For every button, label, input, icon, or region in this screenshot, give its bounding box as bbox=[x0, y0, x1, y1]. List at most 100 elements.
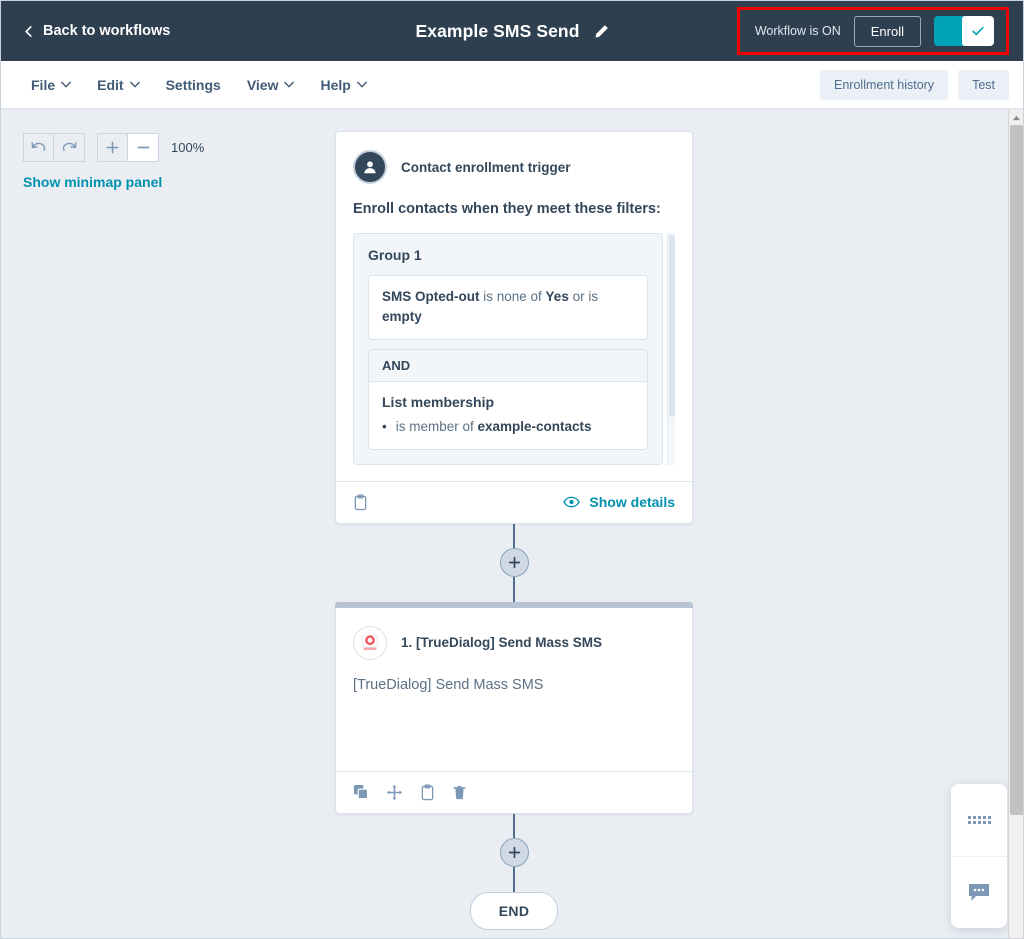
duplicate-glyph bbox=[353, 785, 369, 800]
truedialog-glyph bbox=[362, 634, 378, 650]
chevron-down-icon bbox=[356, 81, 367, 88]
workflow-canvas[interactable]: 100% Show minimap panel Contact enrollme… bbox=[1, 110, 1023, 938]
back-to-workflows-link[interactable]: Back to workflows bbox=[23, 23, 170, 39]
list-membership-title: List membership bbox=[382, 393, 495, 410]
plus-icon bbox=[106, 141, 119, 154]
editor-toolbar: File Edit Settings View Help Enrollment … bbox=[1, 61, 1023, 109]
undo-button[interactable] bbox=[23, 133, 54, 162]
filter-group-title: Group 1 bbox=[368, 247, 422, 263]
list-membership-text: is member of example-contacts bbox=[396, 419, 592, 435]
filter-conjunction: or is bbox=[568, 289, 599, 304]
workflow-on-off-toggle[interactable] bbox=[934, 16, 994, 46]
toolbar-actions: Enrollment history Test bbox=[820, 69, 1009, 100]
duplicate-icon[interactable] bbox=[353, 784, 369, 800]
scrollbar-up-arrow[interactable] bbox=[1009, 110, 1023, 125]
filter-and-block: AND List membership • is member of examp… bbox=[368, 348, 648, 450]
chevron-down-icon bbox=[61, 81, 71, 88]
plus-icon bbox=[508, 846, 520, 858]
add-step-button-2[interactable] bbox=[499, 837, 529, 867]
action-card-header: 1. [TrueDialog] Send Mass SMS bbox=[353, 625, 675, 660]
redo-button[interactable] bbox=[54, 133, 85, 162]
chevron-down-icon bbox=[129, 81, 140, 88]
connector-action-to-end bbox=[499, 813, 529, 892]
caret-up-icon bbox=[1012, 115, 1021, 120]
pencil-icon[interactable] bbox=[594, 24, 609, 39]
end-node: END bbox=[469, 891, 559, 930]
trigger-card-scrollbar[interactable] bbox=[667, 233, 675, 465]
add-step-button-1[interactable] bbox=[499, 547, 529, 577]
menu-item-help[interactable]: Help bbox=[320, 76, 367, 93]
list-membership-prefix: is member of bbox=[395, 418, 478, 434]
action-footer-actions bbox=[353, 784, 467, 801]
filter-value: Yes bbox=[545, 289, 569, 304]
menu-bar: File Edit Settings View Help bbox=[31, 77, 367, 93]
delete-icon[interactable] bbox=[452, 784, 467, 801]
action-card-send-mass-sms[interactable]: 1. [TrueDialog] Send Mass SMS [TrueDialo… bbox=[335, 601, 693, 814]
zoom-button-group bbox=[97, 133, 159, 162]
clipboard-glyph bbox=[421, 784, 434, 800]
trash-glyph bbox=[453, 785, 466, 799]
trigger-card-title: Contact enrollment trigger bbox=[401, 159, 571, 175]
chat-widget-drag-handle[interactable] bbox=[951, 784, 1007, 856]
connector-trigger-to-action bbox=[499, 523, 529, 602]
zoom-in-button[interactable] bbox=[97, 133, 128, 162]
canvas-zoom-controls: 100% bbox=[23, 133, 204, 162]
connector-line bbox=[513, 576, 515, 602]
menu-item-settings[interactable]: Settings bbox=[166, 77, 221, 93]
workflow-editor-app: Back to workflows Example SMS Send Workf… bbox=[0, 0, 1024, 939]
connector-line bbox=[513, 866, 515, 892]
undo-redo-group bbox=[23, 133, 85, 162]
action-card-footer bbox=[336, 770, 692, 813]
enrollment-trigger-card[interactable]: Contact enrollment trigger Enroll contac… bbox=[335, 131, 693, 524]
toggle-knob bbox=[962, 16, 994, 46]
menu-label-view: View bbox=[246, 76, 279, 93]
chat-widget-open-button[interactable] bbox=[951, 856, 1007, 928]
app-header: Back to workflows Example SMS Send Workf… bbox=[1, 1, 1023, 61]
list-membership-filter[interactable]: List membership • is member of example-c… bbox=[369, 382, 647, 449]
trigger-filters-scroll-area[interactable]: Group 1 SMS Opted-out is none of Yes or … bbox=[353, 233, 675, 465]
list-name: example-contacts bbox=[477, 418, 592, 434]
menu-label-edit: Edit bbox=[97, 76, 124, 93]
minus-icon bbox=[137, 146, 149, 149]
show-minimap-panel-link[interactable]: Show minimap panel bbox=[23, 174, 162, 190]
back-to-workflows-label: Back to workflows bbox=[43, 23, 171, 39]
clipboard-glyph bbox=[354, 494, 367, 510]
filter-operator-text: is none of bbox=[479, 289, 546, 304]
scrollbar-thumb[interactable] bbox=[669, 235, 675, 417]
chat-bubble-icon bbox=[969, 883, 989, 901]
trigger-card-subtitle: Enroll contacts when they meet these fil… bbox=[353, 201, 661, 217]
action-card-description: [TrueDialog] Send Mass SMS bbox=[353, 676, 544, 693]
page-scrollbar[interactable] bbox=[1008, 110, 1023, 938]
filter-criterion-sms-opted-out[interactable]: SMS Opted-out is none of Yes or is empty bbox=[368, 275, 648, 340]
menu-item-view[interactable]: View bbox=[247, 77, 295, 93]
clipboard-icon[interactable] bbox=[420, 784, 435, 801]
action-card-title: 1. [TrueDialog] Send Mass SMS bbox=[401, 635, 603, 651]
chevron-left-icon bbox=[25, 25, 32, 37]
filter-property-name: SMS Opted-out bbox=[382, 289, 480, 304]
workflow-title: Example SMS Send bbox=[415, 20, 580, 41]
enroll-button[interactable]: Enroll bbox=[853, 15, 921, 47]
enrollment-history-button[interactable]: Enrollment history bbox=[820, 69, 949, 100]
trigger-card-header: Contact enrollment trigger bbox=[353, 150, 675, 184]
check-icon bbox=[972, 26, 984, 36]
trigger-card-footer: Show details bbox=[336, 480, 692, 523]
menu-label-help: Help bbox=[320, 76, 351, 93]
filter-value-empty: empty bbox=[382, 309, 422, 325]
plus-icon bbox=[508, 556, 520, 568]
test-button[interactable]: Test bbox=[958, 69, 1009, 100]
zoom-out-button[interactable] bbox=[128, 133, 159, 162]
undo-icon bbox=[31, 142, 46, 151]
action-card-body: 1. [TrueDialog] Send Mass SMS [TrueDialo… bbox=[336, 608, 692, 755]
show-details-link[interactable]: Show details bbox=[563, 494, 675, 510]
scrollbar-thumb[interactable] bbox=[1010, 125, 1023, 815]
chat-widget bbox=[951, 784, 1007, 928]
menu-item-edit[interactable]: Edit bbox=[97, 76, 140, 93]
trigger-card-body: Contact enrollment trigger Enroll contac… bbox=[336, 132, 692, 465]
move-icon[interactable] bbox=[386, 784, 403, 801]
workflow-status-label: Workflow is ON bbox=[754, 24, 841, 38]
truedialog-logo-icon bbox=[353, 625, 387, 660]
and-operator-label: AND bbox=[369, 349, 647, 382]
person-icon bbox=[364, 161, 376, 174]
menu-item-file[interactable]: File bbox=[31, 77, 71, 93]
clipboard-icon[interactable] bbox=[353, 494, 368, 511]
